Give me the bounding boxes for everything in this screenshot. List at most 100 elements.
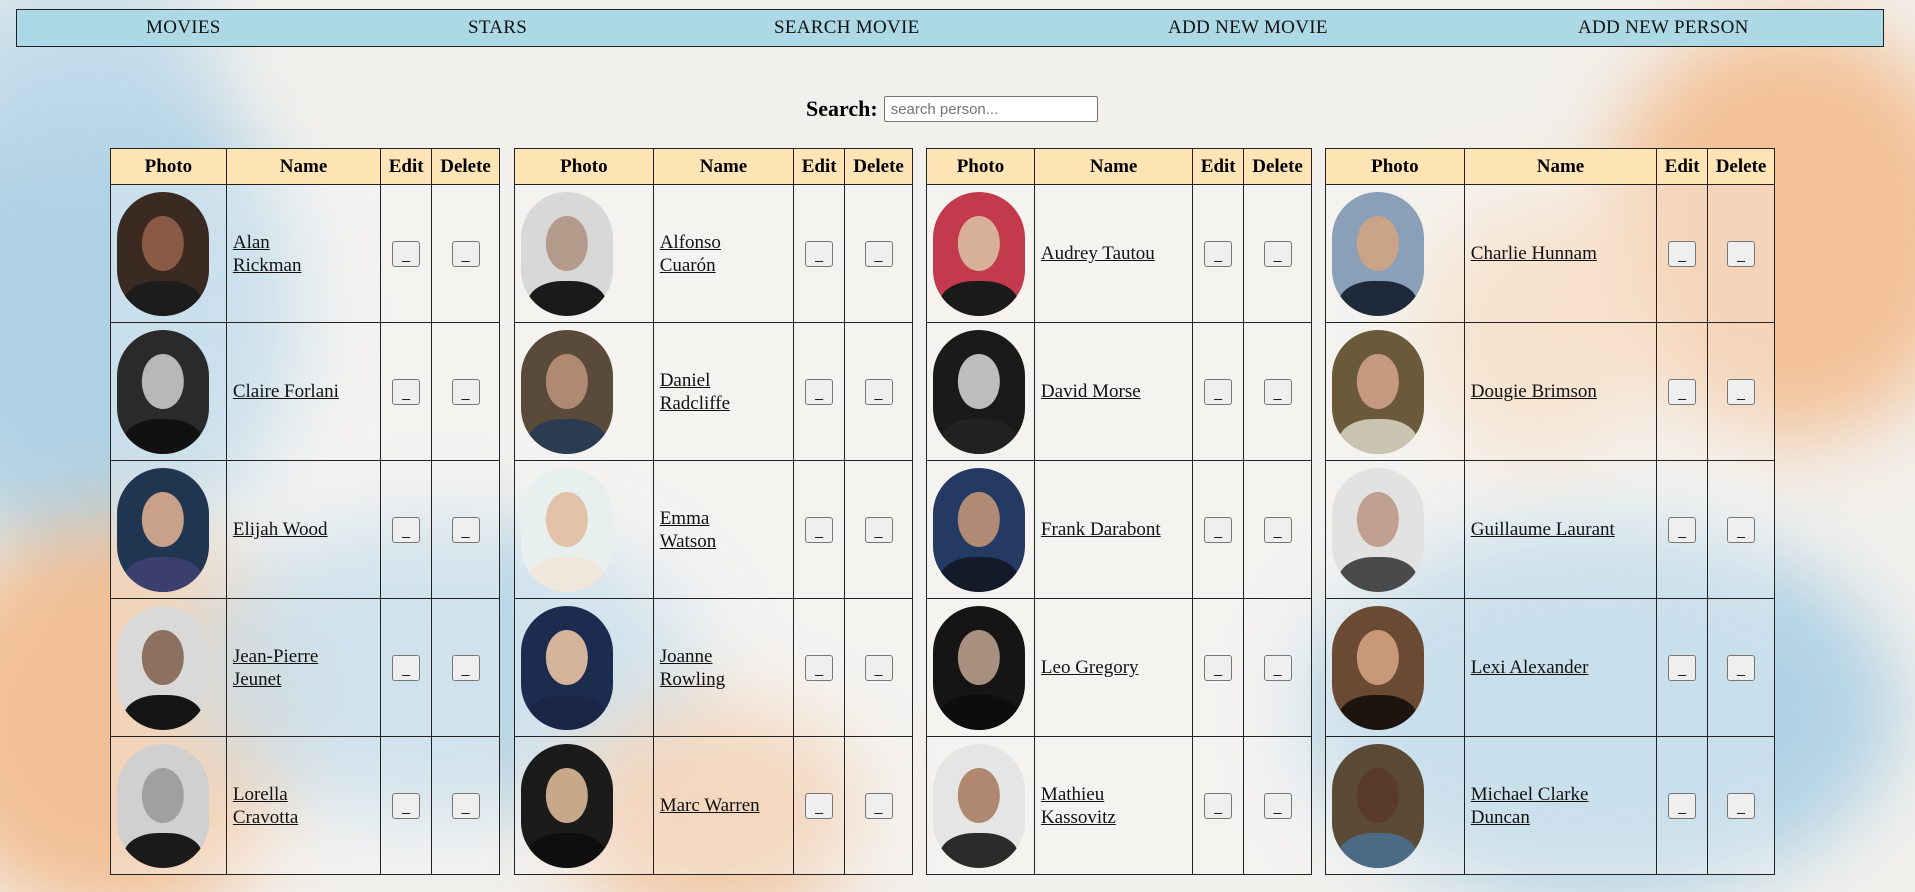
photo-cell (1325, 598, 1465, 737)
edit-button[interactable]: _ (1668, 240, 1697, 267)
delete-button[interactable]: _ (1263, 378, 1292, 405)
delete-button[interactable]: _ (451, 378, 480, 405)
photo-torso (528, 418, 606, 454)
delete-cell: _ (1243, 460, 1312, 599)
edit-cell: _ (793, 322, 846, 461)
nav-movies-link[interactable]: MOVIES (146, 17, 221, 39)
edit-button[interactable]: _ (1204, 378, 1233, 405)
edit-button[interactable]: _ (1204, 654, 1233, 681)
edit-button[interactable]: _ (805, 516, 834, 543)
person-photo (117, 605, 209, 730)
delete-button[interactable]: _ (1727, 654, 1756, 681)
people-table-1: Photo Name Edit Delete Alan Rickman _ _ Claire … (110, 148, 500, 875)
delete-button[interactable]: _ (864, 516, 893, 543)
edit-button[interactable]: _ (805, 240, 834, 267)
person-name-link[interactable]: Dougie Brimson (1471, 380, 1597, 403)
person-row: David Morse _ _ (926, 322, 1312, 461)
person-name-link[interactable]: Leo Gregory (1041, 656, 1139, 679)
nav-search-movie-link[interactable]: SEARCH MOVIE (774, 17, 920, 39)
delete-button[interactable]: _ (1263, 240, 1292, 267)
edit-cell: _ (793, 598, 846, 737)
name-column-header: Name (652, 148, 795, 185)
person-photo (933, 191, 1025, 316)
nav-add-new-person-link[interactable]: ADD NEW PERSON (1578, 17, 1749, 39)
delete-button[interactable]: _ (864, 654, 893, 681)
photo-cell (1325, 184, 1465, 323)
delete-cell: _ (1707, 460, 1775, 599)
edit-button[interactable]: _ (392, 240, 421, 267)
delete-button[interactable]: _ (451, 654, 480, 681)
delete-button[interactable]: _ (1727, 792, 1756, 819)
delete-column-header: Delete (1707, 148, 1775, 185)
delete-button[interactable]: _ (1263, 516, 1292, 543)
edit-button[interactable]: _ (805, 378, 834, 405)
delete-button[interactable]: _ (451, 240, 480, 267)
name-cell: Frank Darabont (1033, 460, 1194, 599)
name-column-header: Name (1033, 148, 1194, 185)
edit-cell: _ (1656, 736, 1709, 875)
photo-face (141, 630, 185, 685)
person-name-link[interactable]: Mathieu Kassovitz (1041, 783, 1161, 829)
person-name-link[interactable]: Marc Warren (660, 794, 760, 817)
delete-button[interactable]: _ (1263, 792, 1292, 819)
delete-button[interactable]: _ (1727, 240, 1756, 267)
person-name-link[interactable]: Alfonso Cuarón (660, 231, 760, 277)
photo-torso (1339, 694, 1417, 730)
delete-button[interactable]: _ (864, 240, 893, 267)
person-row: Alfonso Cuarón _ _ (514, 184, 913, 323)
edit-button[interactable]: _ (1668, 654, 1697, 681)
edit-button[interactable]: _ (1668, 516, 1697, 543)
person-name-link[interactable]: Guillaume Laurant (1471, 518, 1615, 541)
person-name-link[interactable]: Joanne Rowling (660, 645, 760, 691)
person-name-link[interactable]: Michael Clarke Duncan (1471, 783, 1641, 829)
delete-button[interactable]: _ (451, 792, 480, 819)
photo-torso (940, 418, 1018, 454)
person-name-link[interactable]: Frank Darabont (1041, 518, 1161, 541)
edit-button[interactable]: _ (392, 516, 421, 543)
edit-button[interactable]: _ (1668, 792, 1697, 819)
delete-button[interactable]: _ (451, 516, 480, 543)
person-name-link[interactable]: Jean-Pierre Jeunet (233, 645, 343, 691)
person-row: Daniel Radcliffe _ _ (514, 322, 913, 461)
name-cell: Mathieu Kassovitz (1033, 736, 1194, 875)
person-name-link[interactable]: Emma Watson (660, 507, 760, 553)
edit-button[interactable]: _ (1668, 378, 1697, 405)
photo-face (1356, 492, 1400, 547)
person-name-link[interactable]: Audrey Tautou (1041, 242, 1155, 265)
edit-button[interactable]: _ (392, 792, 421, 819)
delete-button[interactable]: _ (1263, 654, 1292, 681)
edit-button[interactable]: _ (805, 654, 834, 681)
delete-button[interactable]: _ (864, 792, 893, 819)
edit-button[interactable]: _ (1204, 516, 1233, 543)
name-column-header: Name (225, 148, 382, 185)
edit-button[interactable]: _ (805, 792, 834, 819)
person-name-link[interactable]: Lexi Alexander (1471, 656, 1589, 679)
search-person-input[interactable] (883, 96, 1098, 122)
delete-cell: _ (1707, 736, 1775, 875)
person-name-link[interactable]: Elijah Wood (233, 518, 328, 541)
person-name-link[interactable]: Alan Rickman (233, 231, 343, 277)
name-cell: Claire Forlani (225, 322, 382, 461)
name-cell: Leo Gregory (1033, 598, 1194, 737)
edit-button[interactable]: _ (392, 378, 421, 405)
delete-button[interactable]: _ (864, 378, 893, 405)
person-name-link[interactable]: Claire Forlani (233, 380, 339, 403)
person-name-link[interactable]: David Morse (1041, 380, 1141, 403)
delete-button[interactable]: _ (1727, 378, 1756, 405)
person-name-link[interactable]: Lorella Cravotta (233, 783, 343, 829)
person-photo (933, 605, 1025, 730)
nav-stars-link[interactable]: STARS (468, 17, 527, 39)
person-name-link[interactable]: Daniel Radcliffe (660, 369, 760, 415)
delete-button[interactable]: _ (1727, 516, 1756, 543)
name-cell: Lexi Alexander (1463, 598, 1658, 737)
person-row: Leo Gregory _ _ (926, 598, 1312, 737)
person-photo (521, 329, 613, 454)
edit-button[interactable]: _ (1204, 240, 1233, 267)
edit-button[interactable]: _ (392, 654, 421, 681)
search-bar: Search: (806, 96, 1098, 122)
photo-torso (1339, 832, 1417, 868)
edit-button[interactable]: _ (1204, 792, 1233, 819)
person-name-link[interactable]: Charlie Hunnam (1471, 242, 1597, 265)
nav-add-new-movie-link[interactable]: ADD NEW MOVIE (1168, 17, 1328, 39)
photo-cell (926, 598, 1035, 737)
